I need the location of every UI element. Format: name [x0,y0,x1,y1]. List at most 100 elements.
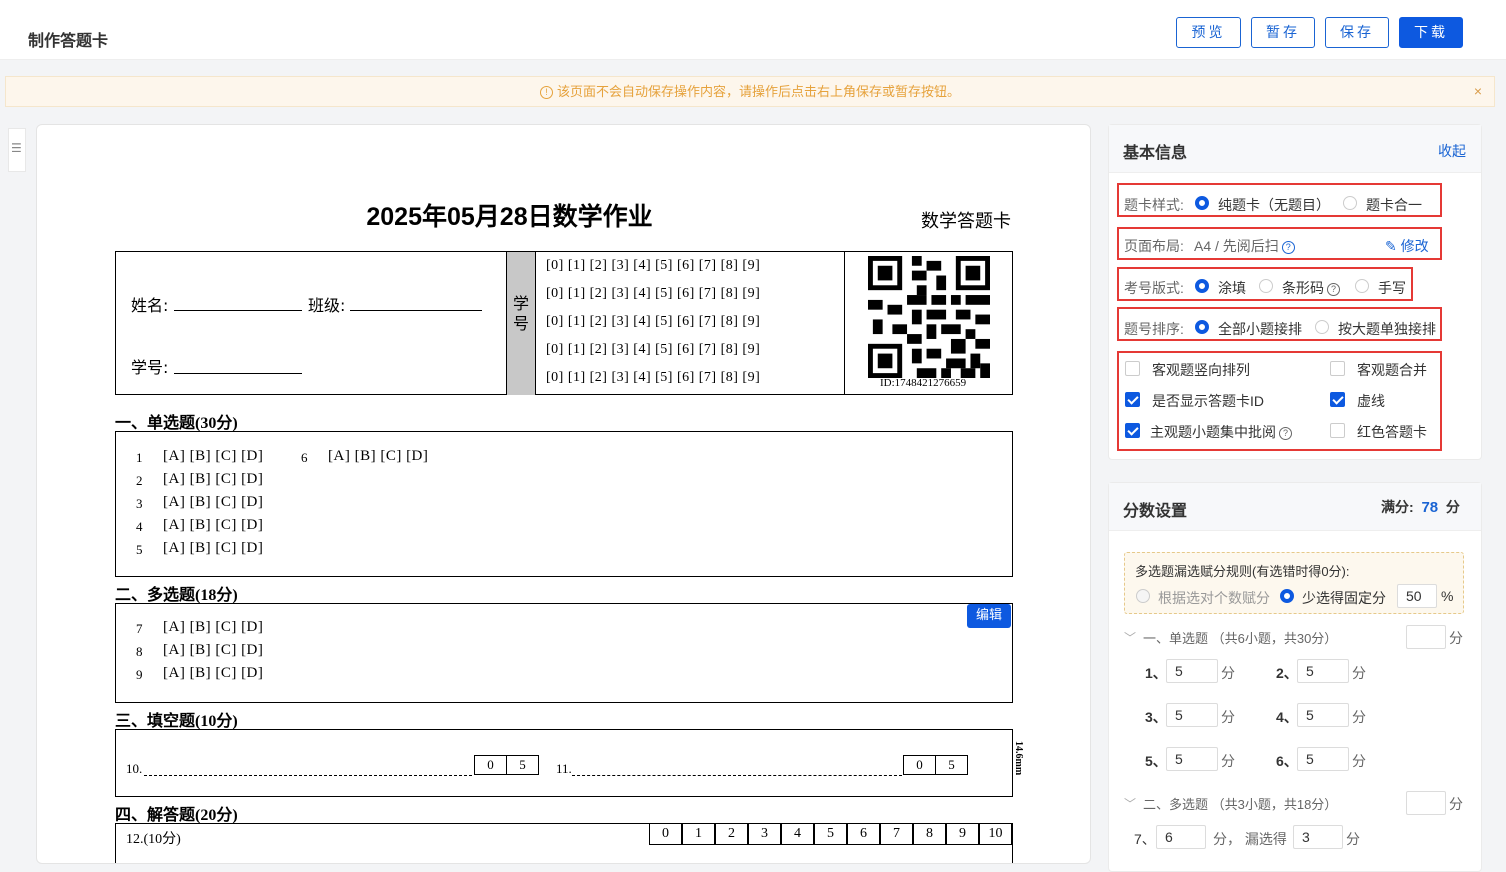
section-title: 四、解答题(20分) [115,807,238,824]
qr-code-cell [844,252,1014,395]
edit-icon: ✎ [1385,238,1397,254]
item-score-input[interactable]: 6 [1156,825,1206,849]
objective-vertical-checkbox[interactable] [1125,361,1140,376]
checkbox-label: 客观题竖向排列 [1152,362,1250,378]
group-title: 一、单选题 （共6小题，共30分） [1143,631,1338,646]
item-score-input[interactable]: 5 [1297,659,1349,683]
id-option-label: 手写 [1378,280,1406,296]
panel-title: 基本信息 [1123,145,1188,162]
score-cell: 5 [506,755,539,775]
class-line [350,310,482,311]
grade-cell: 9 [946,823,979,845]
item-number: 3、 [1145,709,1167,725]
single-choice-box: 1 [A] [B] [C] [D] 6 [A] [B] [C] [D] 2 [A] [… [115,431,1013,577]
height-indicator: 14.6mm [1013,741,1024,776]
subjective-batch-checkbox[interactable] [1125,423,1140,438]
rule-percent-input[interactable]: 50 [1397,584,1437,608]
item-score-input[interactable]: 5 [1166,703,1218,727]
question-number: 4 [136,519,143,534]
score-cell: 5 [935,755,968,775]
partial-score-rule: 多选题漏选赋分规则(有选错时得0分): 根据选对个数赋分 少选得固定分 50 % [1124,552,1464,614]
grade-cell: 3 [748,823,781,845]
edit-section-button[interactable]: 编辑 [967,604,1011,628]
preview-button[interactable]: 预览 [1176,17,1241,48]
grade-cell: 10 [979,823,1012,845]
id-radio-handwrite[interactable] [1355,279,1369,293]
item-score-input[interactable]: 5 [1166,659,1218,683]
checkbox-label: 虚线 [1357,393,1385,409]
help-icon[interactable]: ? [1327,283,1340,296]
answer-line [144,775,472,776]
order-radio-all[interactable] [1195,320,1209,334]
item-number: 6、 [1276,753,1298,769]
item-number: 4、 [1276,709,1298,725]
collapse-link[interactable]: 收起 [1438,141,1466,161]
temp-save-button[interactable]: 暂存 [1251,17,1315,48]
option-bubbles: [A] [B] [C] [D] [163,471,264,487]
rule-radio-count[interactable] [1136,589,1150,603]
grade-cell: 1 [682,823,715,845]
item-number: 1、 [1145,665,1167,681]
section-title: 二、多选题(18分) [115,587,238,604]
score-cell: 0 [903,755,936,775]
show-id-checkbox[interactable] [1125,392,1140,407]
question-number: 3 [136,496,143,511]
id-line [174,373,302,374]
question-number: 1 [136,450,143,465]
order-option-label: 按大题单独接排 [1338,321,1436,337]
outline-toggle[interactable]: ☰ [8,128,26,172]
id-radio-barcode[interactable] [1259,279,1273,293]
option-bubbles: [A] [B] [C] [D] [163,517,264,533]
download-button[interactable]: 下载 [1399,17,1463,48]
info-icon: ! [539,86,553,99]
percent-unit: % [1441,588,1454,604]
modify-layout-button[interactable]: ✎ 修改 [1385,236,1429,256]
help-icon[interactable]: ? [1281,241,1295,254]
notice-text: 该页面不会自动保存操作内容，请操作后点击右上角保存或暂存按钮。 [556,84,960,99]
checkbox-label: 客观题合并 [1357,362,1427,378]
option-bubbles: [A] [B] [C] [D] [328,448,429,464]
panel-title: 分数设置 [1123,503,1188,520]
item-number: 5、 [1145,753,1167,769]
option-bubbles: [A] [B] [C] [D] [163,494,264,510]
group-title: 二、多选题 （共3小题，共18分） [1143,797,1338,812]
style-radio-combined[interactable] [1343,196,1357,210]
dashed-line-checkbox[interactable] [1330,392,1345,407]
question-number: 12.(10分) [126,832,181,847]
objective-merge-checkbox[interactable] [1330,361,1345,376]
id-option-label: 涂填 [1218,280,1246,296]
essay-box: 12.(10分) 0 1 2 3 4 5 6 7 8 9 10 [115,823,1013,863]
option-bubbles: [A] [B] [C] [D] [163,642,264,658]
rule-radio-fixed[interactable] [1280,589,1294,603]
order-radio-section[interactable] [1315,320,1329,334]
group-score-input[interactable] [1406,625,1446,649]
unit-label: 分 [1352,753,1366,769]
close-icon[interactable]: × [1474,77,1482,106]
id-digit-row: [0] [1] [2] [3] [4] [5] [6] [7] [8] [9] [546,314,761,329]
group-score-input[interactable] [1406,791,1446,815]
rule-option-label: 根据选对个数赋分 [1158,590,1270,606]
style-radio-pure[interactable] [1195,196,1209,210]
question-number: 10. [126,761,143,776]
layout-value: A4 / 先阅后扫? [1194,236,1295,256]
save-button[interactable]: 保存 [1325,17,1389,48]
miss-score-input[interactable]: 3 [1293,825,1343,849]
item-score-input[interactable]: 5 [1297,703,1349,727]
question-number: 6 [301,450,308,465]
item-score-input[interactable]: 5 [1166,747,1218,771]
grade-cell: 2 [715,823,748,845]
answer-line [572,775,902,776]
section-title: 三、填空题(10分) [115,713,238,730]
style-option-label: 题卡合一 [1366,197,1422,213]
sheet-id-text: ID:1748421276659 [880,377,967,389]
red-sheet-checkbox[interactable] [1330,423,1345,438]
id-radio-fill[interactable] [1195,279,1209,293]
chevron-down-icon[interactable]: ﹀ [1124,795,1136,812]
chevron-down-icon[interactable]: ﹀ [1124,629,1136,646]
checkbox-label: 是否显示答题卡ID [1152,393,1264,409]
id-digit-row: [0] [1] [2] [3] [4] [5] [6] [7] [8] [9] [546,258,761,273]
unit-label: 分 [1221,665,1235,681]
item-score-input[interactable]: 5 [1297,747,1349,771]
help-icon[interactable]: ? [1279,427,1292,440]
id-format-label: 考号版式: [1124,280,1184,296]
